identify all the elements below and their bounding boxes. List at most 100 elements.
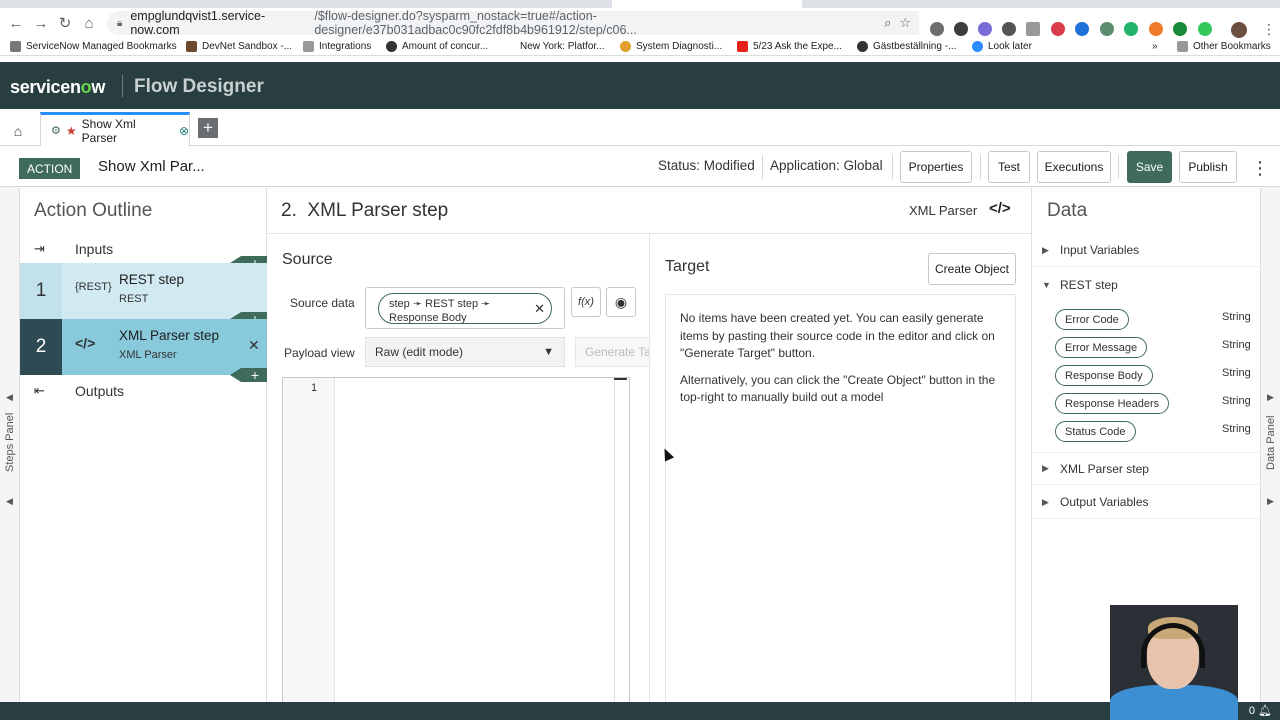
step-number: 1 [20, 263, 62, 319]
bookmark-star-icon[interactable]: ☆ [899, 15, 911, 31]
extension-icon[interactable] [1173, 22, 1187, 36]
extension-icon[interactable] [1124, 22, 1138, 36]
extension-icon[interactable] [1198, 22, 1212, 36]
save-button[interactable]: Save [1127, 151, 1172, 183]
data-pill-response-body[interactable]: Response Body [1055, 365, 1153, 386]
outputs-icon: ⇤ [34, 383, 45, 398]
function-button[interactable]: f(x) [571, 287, 601, 317]
code-editor[interactable]: 1 [282, 377, 630, 702]
bookmark-item[interactable]: Integrations [303, 41, 371, 52]
empty-message-alt: Alternatively, you can click the "Create… [680, 372, 996, 405]
tab-label: Show Xml Parser [81, 116, 136, 145]
var-type: String [1222, 423, 1251, 435]
bookmark-item[interactable]: Look later [972, 41, 1032, 52]
bookmark-item[interactable]: ServiceNow Managed Bookmarks [10, 41, 177, 52]
data-pill-error-code[interactable]: Error Code [1055, 309, 1129, 330]
zoom-icon[interactable]: ⌕ [884, 15, 891, 31]
extension-icon[interactable] [978, 22, 992, 36]
data-section-input-variables[interactable]: ▶ Input Variables [1032, 234, 1261, 267]
status-text: Status: Modified [658, 158, 755, 173]
address-bar[interactable]: 🔒︎ empglundqvist1.service-now.com /$flow-… [107, 9, 919, 37]
footer-bar: 0 🔔︎ [0, 702, 1280, 720]
data-pill-response-headers[interactable]: Response Headers [1055, 393, 1170, 414]
create-object-button[interactable]: Create Object [928, 253, 1016, 285]
bookmark-item[interactable]: New York: Platfor... [520, 41, 605, 52]
more-options-icon[interactable]: ⋮ [1250, 154, 1270, 182]
collapse-left-icon[interactable]: ◀ [6, 496, 13, 507]
data-panel-label: Data Panel [1265, 415, 1277, 470]
servicenow-logo[interactable]: servicenow [10, 77, 105, 98]
extension-icon[interactable] [930, 22, 944, 36]
data-section-rest-step[interactable]: ▼ REST step [1032, 268, 1261, 301]
collapse-right-icon[interactable]: ▶ [1267, 496, 1274, 507]
data-pill-status-code[interactable]: Status Code [1055, 421, 1136, 442]
back-icon[interactable]: ← [4, 11, 28, 35]
data-pill[interactable]: step ➛ REST step ➛ Response Body ✕ [378, 293, 552, 324]
extension-icon[interactable] [1075, 22, 1089, 36]
reload-icon[interactable]: ↻ [53, 11, 77, 35]
bookmarks-overflow-icon[interactable]: » [1152, 41, 1158, 52]
bookmark-item[interactable]: System Diagnosti... [620, 41, 722, 52]
target-section: Target Create Object No items have been … [650, 234, 1031, 702]
outline-outputs[interactable]: ⇤ Outputs [20, 379, 267, 403]
bookmark-item[interactable]: Gästbeställning -... [857, 41, 956, 52]
inputs-icon: ⇥ [34, 241, 45, 256]
bookmark-item[interactable]: Amount of concur... [386, 41, 488, 52]
step-subtitle: XML Parser [119, 349, 177, 361]
data-pill-error-message[interactable]: Error Message [1055, 337, 1148, 358]
payload-view-label: Payload view [284, 346, 355, 360]
payload-view-select[interactable]: Raw (edit mode) ▼ [365, 337, 565, 367]
browser-active-tab[interactable] [612, 0, 802, 8]
bookmark-item[interactable]: DevNet Sandbox -... [186, 41, 292, 52]
unsaved-star-icon: ★ [65, 123, 77, 138]
extension-icon[interactable] [1051, 22, 1065, 36]
notifications-bell[interactable]: 0 🔔︎ [1249, 704, 1272, 717]
collapse-right-icon[interactable]: ▶ [1267, 392, 1274, 403]
test-button[interactable]: Test [988, 151, 1030, 183]
extension-icon[interactable] [954, 22, 968, 36]
profile-avatar[interactable] [1231, 22, 1247, 38]
bookmark-item[interactable]: Other Bookmarks [1177, 41, 1271, 52]
header-divider [122, 75, 123, 97]
webcam-shirt [1110, 685, 1238, 720]
home-tab-icon[interactable]: ⌂ [0, 115, 36, 146]
bookmark-favicon [186, 41, 197, 52]
properties-button[interactable]: Properties [900, 151, 972, 183]
add-tab-button[interactable]: + [198, 118, 218, 138]
outline-inputs[interactable]: ⇥ Inputs [20, 237, 267, 261]
data-section-output-variables[interactable]: ▶ Output Variables [1032, 486, 1261, 519]
data-section-xml-parser-step[interactable]: ▶ XML Parser step [1032, 452, 1261, 485]
close-tab-icon[interactable]: ⊗ [179, 124, 189, 138]
extension-icon[interactable] [1149, 22, 1163, 36]
step-title: REST step [119, 272, 185, 287]
remove-pill-icon[interactable]: ✕ [534, 302, 545, 316]
app-title: Flow Designer [134, 76, 264, 97]
browser-menu-icon[interactable]: ⋮ [1262, 21, 1276, 38]
executions-button[interactable]: Executions [1037, 151, 1111, 183]
editor-resize-handle[interactable] [614, 378, 627, 380]
delete-step-icon[interactable]: ✕ [248, 337, 260, 354]
var-type: String [1222, 367, 1251, 379]
step-type-label: XML Parser [909, 203, 978, 218]
lock-icon: 🔒︎ [117, 17, 123, 29]
collapse-left-icon[interactable]: ◀ [6, 392, 13, 403]
source-section: Source Source data step ➛ REST step ➛ Re… [267, 234, 650, 702]
divider [892, 155, 893, 179]
target-empty-state: No items have been created yet. You can … [665, 294, 1016, 702]
steps-panel-gutter[interactable]: ◀ Steps Panel ◀ [0, 187, 20, 702]
extension-icon[interactable] [1002, 22, 1016, 36]
collapse-icon: ▼ [1042, 279, 1051, 290]
data-panel-gutter[interactable]: ▶ Data Panel ▶ [1260, 187, 1280, 702]
outline-step-rest[interactable]: 1 {REST} REST step REST [20, 263, 267, 319]
forward-icon[interactable]: → [29, 11, 53, 35]
action-name[interactable]: Show Xml Par... [98, 158, 205, 175]
publish-button[interactable]: Publish [1179, 151, 1237, 183]
extension-icon[interactable] [1100, 22, 1114, 36]
home-icon[interactable]: ⌂ [77, 11, 101, 35]
data-picker-icon[interactable]: ◉ [606, 287, 636, 317]
source-data-field[interactable]: step ➛ REST step ➛ Response Body ✕ [365, 287, 565, 329]
outline-step-xml-parser[interactable]: 2 </> XML Parser step XML Parser ✕ [20, 319, 267, 375]
tab-show-xml-parser[interactable]: ⚙ ★ Show Xml Parser ⊗ [40, 112, 190, 146]
extension-icon[interactable] [1026, 22, 1040, 36]
bookmark-item[interactable]: 5/23 Ask the Expe... [737, 41, 842, 52]
